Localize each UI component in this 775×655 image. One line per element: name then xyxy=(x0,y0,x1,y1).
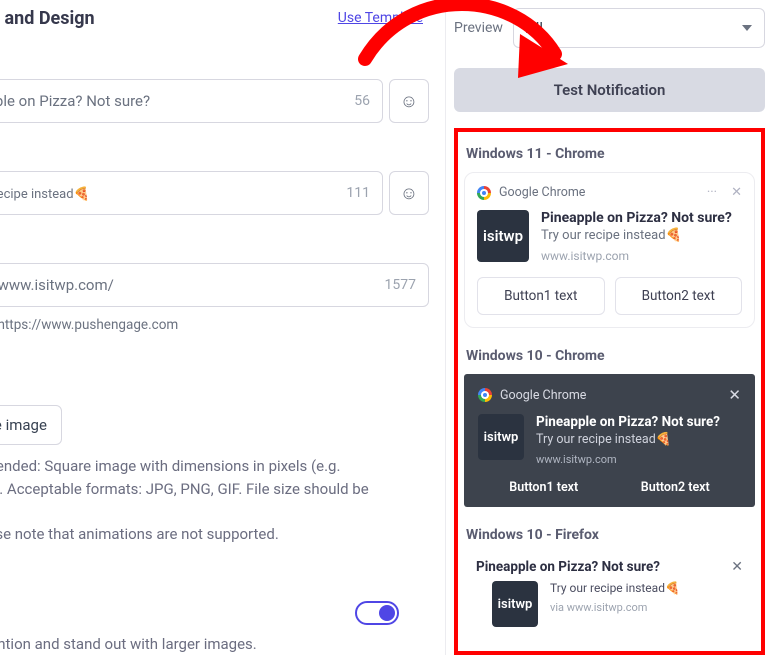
emoji-picker-button[interactable]: ☺ xyxy=(389,79,429,123)
image-note: Recommended: Square image with dimension… xyxy=(0,455,376,545)
notification-logo: isitwp xyxy=(477,210,529,262)
message-counter: 111 xyxy=(336,185,370,201)
notification-title: Pineapple on Pizza? Not sure? xyxy=(476,559,660,575)
url-input[interactable]: https://www.isitwp.com/ 1577 xyxy=(0,263,429,307)
notification-url: via www.isitwp.com xyxy=(550,601,680,614)
app-label: Google Chrome xyxy=(499,185,585,200)
smile-icon: ☺ xyxy=(400,91,418,112)
test-notification-button[interactable]: Test Notification xyxy=(454,68,765,112)
url-value: https://www.isitwp.com/ xyxy=(0,276,375,294)
preview-card-win10-chrome: Google Chrome ✕ isitwp Pineapple on Pizz… xyxy=(464,374,755,507)
section-heading: Windows 11 - Chrome xyxy=(466,146,753,162)
more-icon[interactable]: ··· xyxy=(707,185,717,200)
notification-action-1[interactable]: Button1 text xyxy=(478,480,610,495)
app-label: Google Chrome xyxy=(500,388,586,403)
notification-action-1[interactable]: Button1 text xyxy=(477,277,605,315)
chrome-icon xyxy=(477,186,491,200)
use-template-link[interactable]: Use Template xyxy=(338,10,423,26)
preview-select[interactable]: All xyxy=(513,8,765,48)
notification-action-2[interactable]: Button2 text xyxy=(610,480,742,495)
previews-container: Windows 11 - Chrome Google Chrome ··· ✕ … xyxy=(454,128,765,655)
notification-logo: isitwp xyxy=(492,581,538,627)
url-counter: 1577 xyxy=(375,277,416,293)
notification-title: Pineapple on Pizza? Not sure? xyxy=(541,210,742,226)
close-icon[interactable]: ✕ xyxy=(731,559,743,575)
notification-title: Pineapple on Pizza? Not sure? xyxy=(536,414,741,430)
preview-select-value: All xyxy=(526,19,543,37)
url-helper: Use UTM: https://www.pushengage.com xyxy=(0,317,429,333)
message-value: Try our recipe instead🍕 xyxy=(0,184,336,202)
chrome-icon xyxy=(478,388,492,402)
chevron-down-icon xyxy=(742,25,752,31)
message-input[interactable]: Try our recipe instead🍕 111 xyxy=(0,171,383,215)
close-icon[interactable]: ✕ xyxy=(728,386,741,404)
close-icon[interactable]: ✕ xyxy=(731,185,742,200)
notification-message: Try our recipe instead🍕 xyxy=(541,228,742,243)
notification-url: www.isitwp.com xyxy=(536,453,741,466)
section-heading: Windows 10 - Chrome xyxy=(466,348,753,364)
emoji-picker-button[interactable]: ☺ xyxy=(389,171,429,215)
notification-message: Try our recipe instead🍕 xyxy=(536,432,741,447)
large-image-caption: Grab attention and stand out with larger… xyxy=(0,635,429,653)
notification-message: Try our recipe instead🍕 xyxy=(550,581,680,595)
title-value: Pineapple on Pizza? Not sure? xyxy=(0,92,344,110)
preview-card-win10-firefox: Pineapple on Pizza? Not sure? ✕ isitwp T… xyxy=(464,553,755,631)
preview-card-win11-chrome: Google Chrome ··· ✕ isitwp Pineapple on … xyxy=(464,172,755,328)
notification-action-2[interactable]: Button2 text xyxy=(615,277,743,315)
change-image-button[interactable]: Change image xyxy=(0,405,62,445)
preview-label: Preview xyxy=(454,20,503,36)
notification-logo: isitwp xyxy=(478,414,524,460)
notification-url: www.isitwp.com xyxy=(541,249,742,263)
smile-icon: ☺ xyxy=(400,183,418,204)
title-counter: 56 xyxy=(344,93,370,109)
section-heading: Windows 10 - Firefox xyxy=(466,527,753,543)
title-input[interactable]: Pineapple on Pizza? Not sure? 56 xyxy=(0,79,383,123)
large-image-toggle[interactable] xyxy=(355,601,399,625)
